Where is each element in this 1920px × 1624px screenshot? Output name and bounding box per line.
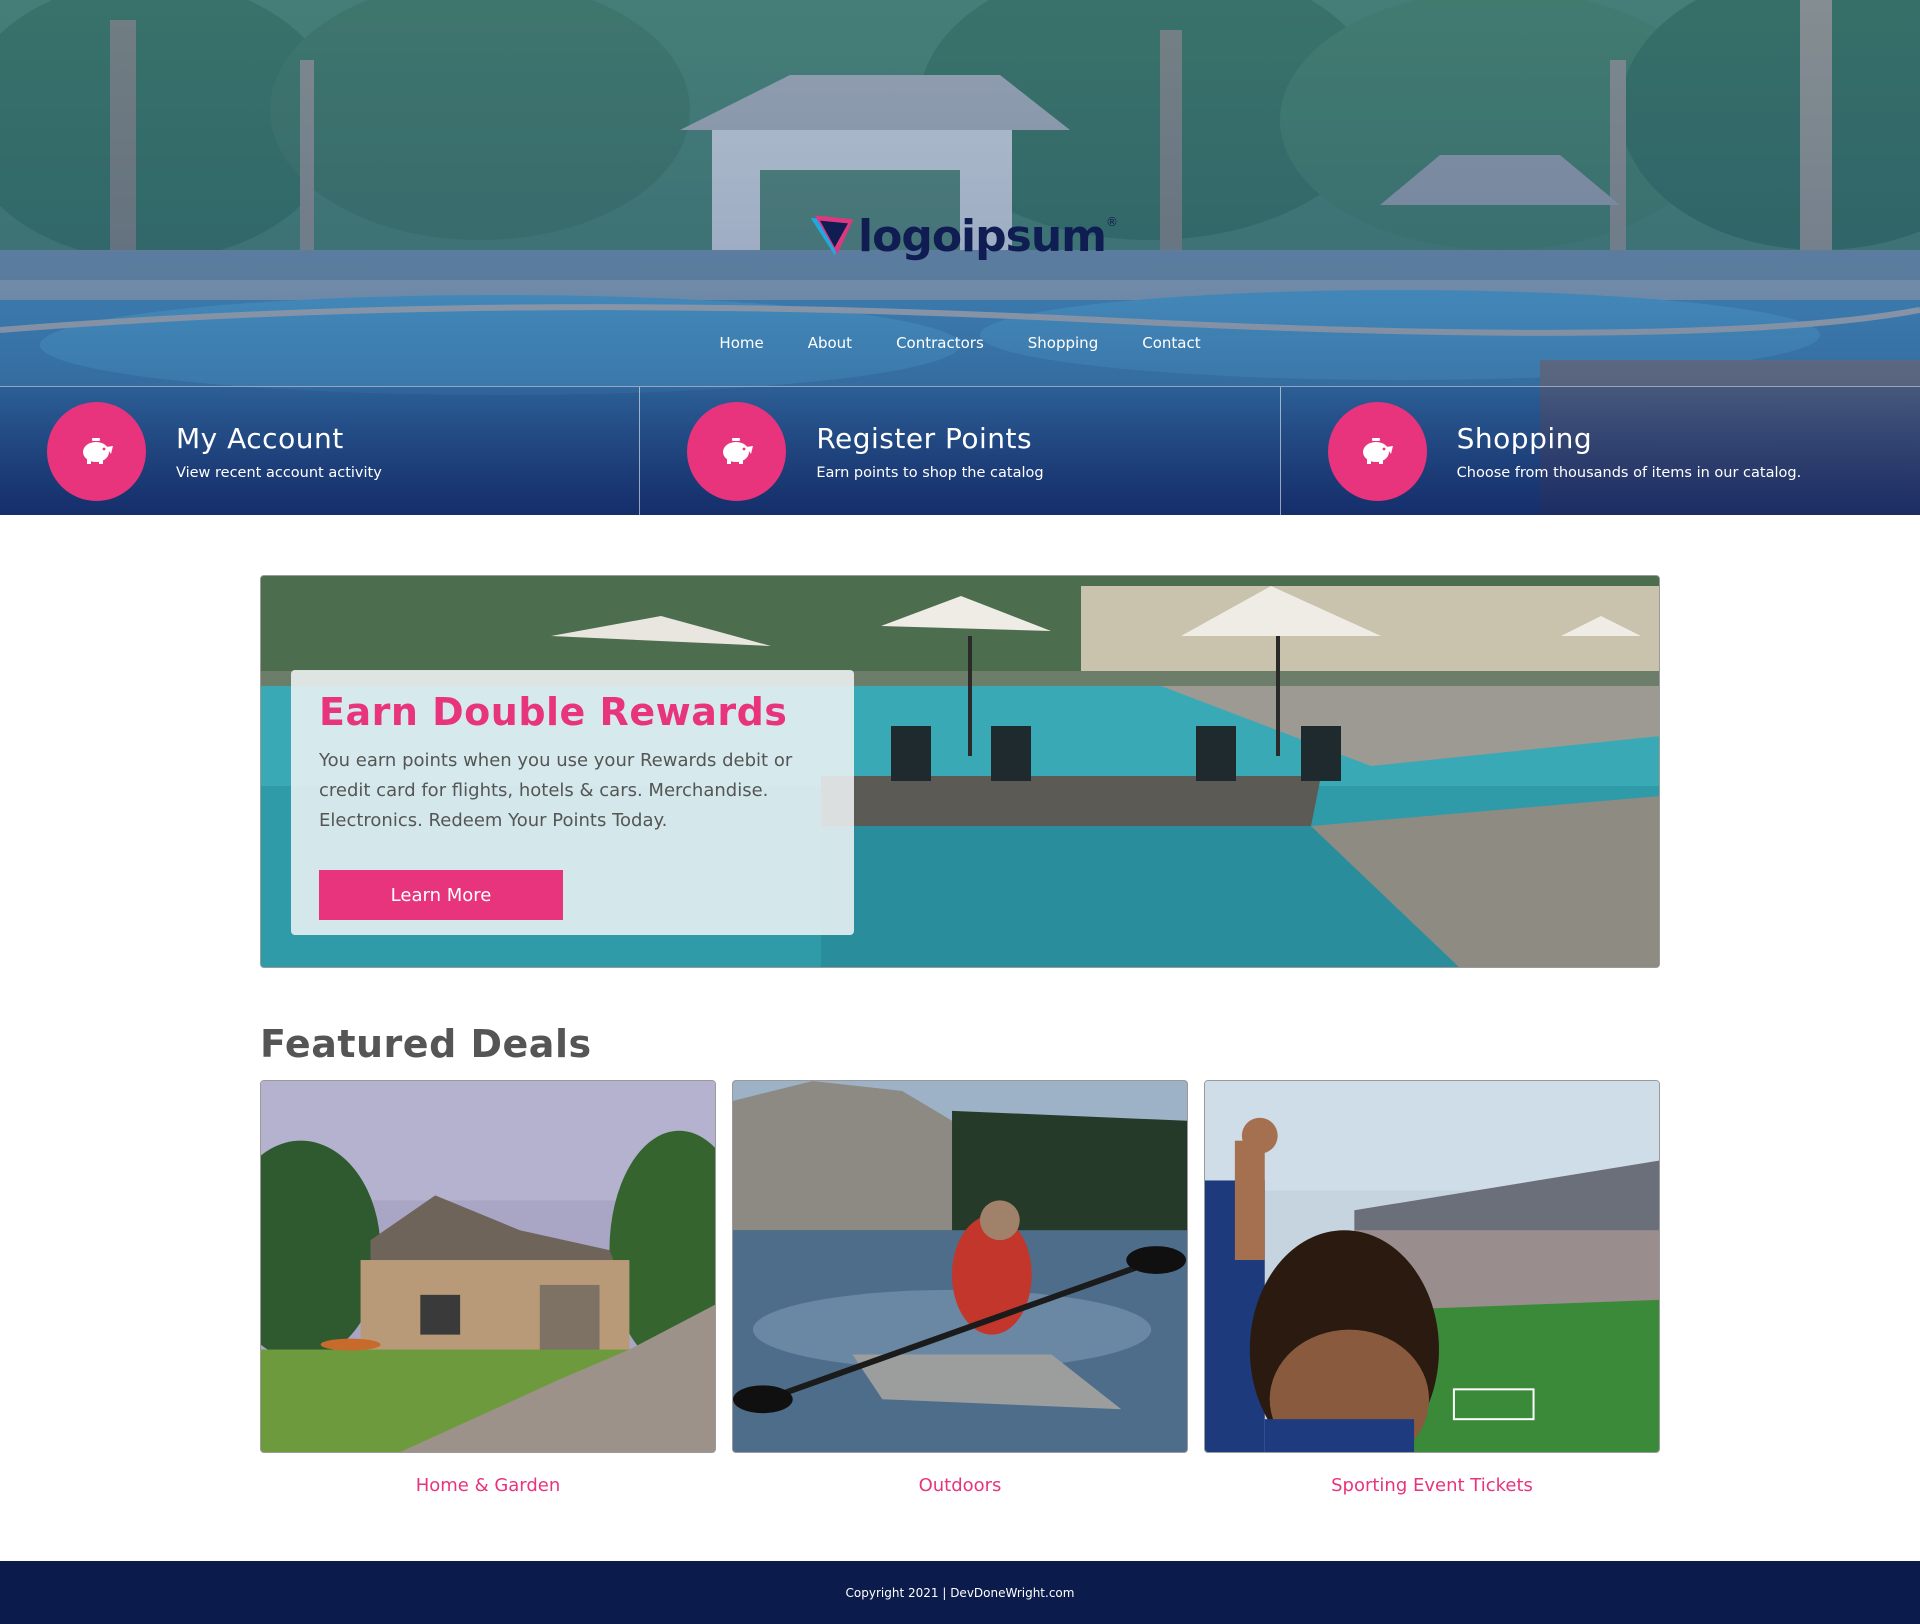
feature-my-account[interactable]: My Account View recent account activity: [0, 387, 641, 515]
feature-subtitle: View recent account activity: [176, 464, 382, 481]
promo-body: You earn points when you use your Reward…: [319, 750, 793, 831]
nav-contractors[interactable]: Contractors: [896, 334, 984, 352]
main-nav: Home About Contractors Shopping Contact: [0, 334, 1920, 352]
deal-label[interactable]: Outdoors: [732, 1475, 1188, 1496]
promo-card: Earn Double Rewards You earn points when…: [291, 670, 854, 935]
nav-home[interactable]: Home: [719, 334, 763, 352]
stadium-photo[interactable]: [1204, 1080, 1660, 1453]
deal-card-home-garden[interactable]: Home & Garden: [260, 1080, 716, 1496]
feature-shopping[interactable]: Shopping Choose from thousands of items …: [1281, 387, 1920, 515]
feature-title: My Account: [176, 421, 344, 455]
nav-shopping[interactable]: Shopping: [1028, 334, 1098, 352]
feature-subtitle: Choose from thousands of items in our ca…: [1456, 464, 1802, 481]
featured-deals-heading: Featured Deals: [260, 1022, 592, 1066]
site-footer: Copyright 2021 | DevDoneWright.com: [0, 1561, 1920, 1624]
site-logo[interactable]: logoipsum ®: [808, 203, 1118, 269]
nav-contact[interactable]: Contact: [1142, 334, 1200, 352]
house-photo[interactable]: [260, 1080, 716, 1453]
logo-text: logoipsum: [858, 210, 1107, 262]
hero-banner: logoipsum ® Home About Contractors Shopp…: [0, 0, 1920, 515]
feature-title: Shopping: [1456, 421, 1593, 455]
promo-banner: Earn Double Rewards You earn points when…: [260, 575, 1660, 968]
logo-registered-mark: ®: [1106, 215, 1118, 229]
piggy-bank-icon: [1327, 401, 1427, 501]
feature-register-points[interactable]: Register Points Earn points to shop the …: [640, 387, 1281, 515]
deal-label[interactable]: Home & Garden: [260, 1475, 716, 1496]
nav-about[interactable]: About: [808, 334, 852, 352]
kayak-photo[interactable]: [732, 1080, 1188, 1453]
feature-subtitle: Earn points to shop the catalog: [816, 464, 1044, 481]
deal-card-outdoors[interactable]: Outdoors: [732, 1080, 1188, 1496]
deal-card-sporting-tickets[interactable]: Sporting Event Tickets: [1204, 1080, 1660, 1496]
copyright-text: Copyright 2021 | DevDoneWright.com: [845, 1585, 1075, 1600]
promo-title: Earn Double Rewards: [319, 690, 788, 734]
feature-title: Register Points: [816, 421, 1033, 455]
feature-strip: My Account View recent account activity …: [0, 386, 1920, 515]
logo-mark-icon: [810, 215, 854, 256]
deal-label[interactable]: Sporting Event Tickets: [1204, 1475, 1660, 1496]
learn-more-button[interactable]: Learn More: [319, 870, 563, 920]
piggy-bank-icon: [687, 401, 787, 501]
piggy-bank-icon: [47, 401, 146, 501]
